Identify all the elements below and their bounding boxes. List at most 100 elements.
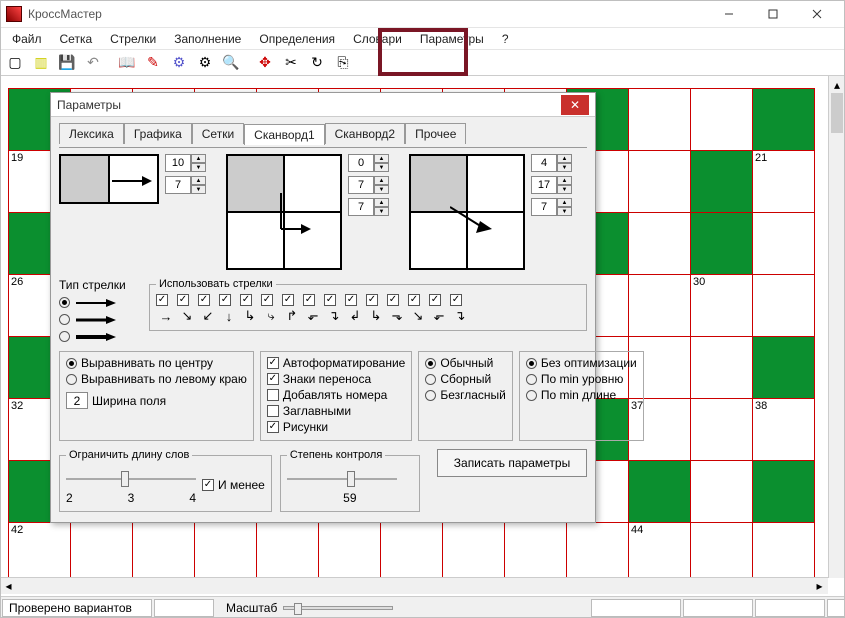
tb-redo[interactable]: ↻ [306, 52, 328, 74]
scan-type-radio-0[interactable] [425, 358, 436, 369]
use-arrow-chk-11[interactable] [387, 294, 399, 306]
dialog-close-button[interactable]: ✕ [561, 95, 589, 115]
opt-mode-radio-1[interactable] [526, 374, 537, 385]
tb-gear1[interactable]: ⚙ [168, 52, 190, 74]
tb-new[interactable]: ▢ [4, 52, 26, 74]
grid-cell[interactable] [505, 523, 567, 585]
use-arrow-chk-4[interactable] [240, 294, 252, 306]
tab-2[interactable]: Сетки [192, 123, 244, 144]
grid-cell[interactable] [691, 523, 753, 585]
spin-up-icon[interactable]: ▲ [191, 154, 206, 163]
close-button[interactable] [795, 0, 839, 28]
grid-cell[interactable]: 21 [753, 151, 815, 213]
grid-cell[interactable]: 30 [691, 275, 753, 337]
grid-cell[interactable] [133, 523, 195, 585]
spinner-input[interactable] [531, 176, 557, 194]
align-center-radio[interactable] [66, 358, 77, 369]
sp2-spinner-0[interactable]: ▲▼ [348, 154, 389, 172]
scroll-left-icon[interactable]: ◂ [0, 578, 17, 594]
grid-cell[interactable] [567, 523, 629, 585]
menu-заполнение[interactable]: Заполнение [166, 30, 249, 48]
tab-0[interactable]: Лексика [59, 123, 124, 144]
grid-cell[interactable] [691, 461, 753, 523]
menu-параметры[interactable]: Параметры [412, 30, 492, 48]
tb-pencil[interactable]: ✎ [142, 52, 164, 74]
use-arrow-chk-5[interactable] [261, 294, 273, 306]
spin-down-icon[interactable]: ▼ [191, 163, 206, 172]
grid-cell[interactable] [753, 337, 815, 399]
spin-down-icon[interactable]: ▼ [374, 163, 389, 172]
spin-up-icon[interactable]: ▲ [374, 154, 389, 163]
vertical-scrollbar[interactable]: ▴ [828, 76, 845, 578]
maximize-button[interactable] [751, 0, 795, 28]
spin-down-icon[interactable]: ▼ [557, 163, 572, 172]
menu-?[interactable]: ? [494, 30, 517, 48]
grid-cell[interactable]: 38 [753, 399, 815, 461]
spinner-input[interactable] [531, 154, 557, 172]
sp2-spinner-2[interactable]: ▲▼ [348, 198, 389, 216]
tb-expand[interactable]: ✥ [254, 52, 276, 74]
tb-books[interactable]: 📖 [116, 52, 138, 74]
tb-save[interactable]: 💾 [56, 52, 78, 74]
spinner-input[interactable] [348, 154, 374, 172]
scan-type-radio-1[interactable] [425, 374, 436, 385]
arrow-type-radio-1[interactable] [59, 314, 70, 325]
grid-cell[interactable] [753, 213, 815, 275]
grid-cell[interactable] [381, 523, 443, 585]
grid-cell[interactable] [629, 213, 691, 275]
spinner-input[interactable] [531, 198, 557, 216]
autofmt-checkbox[interactable] [267, 357, 279, 369]
and-less-checkbox[interactable] [202, 479, 214, 491]
control-degree-slider[interactable] [287, 469, 397, 489]
tb-find[interactable]: 🔍 [220, 52, 242, 74]
grid-cell[interactable] [691, 151, 753, 213]
scroll-up-icon[interactable]: ▴ [829, 76, 845, 93]
arrow-type-radio-0[interactable] [59, 297, 70, 308]
sp3-spinner-1[interactable]: ▲▼ [531, 176, 572, 194]
menu-определения[interactable]: Определения [251, 30, 343, 48]
grid-cell[interactable] [753, 275, 815, 337]
use-arrow-chk-13[interactable] [429, 294, 441, 306]
scroll-thumb[interactable] [831, 93, 843, 133]
menu-сетка[interactable]: Сетка [52, 30, 101, 48]
tb-gear2[interactable]: ⚙ [194, 52, 216, 74]
use-arrow-chk-12[interactable] [408, 294, 420, 306]
grid-cell[interactable] [691, 89, 753, 151]
tb-tools[interactable]: ✂ [280, 52, 302, 74]
grid-cell[interactable]: 42 [9, 523, 71, 585]
tab-4[interactable]: Сканворд2 [325, 123, 405, 144]
sp1-spinner-0[interactable]: ▲▼ [165, 154, 206, 172]
grid-cell[interactable] [629, 461, 691, 523]
tab-5[interactable]: Прочее [405, 123, 466, 144]
grid-cell[interactable] [257, 523, 319, 585]
use-arrow-chk-14[interactable] [450, 294, 462, 306]
use-arrow-chk-9[interactable] [345, 294, 357, 306]
grid-cell[interactable] [691, 213, 753, 275]
grid-cell[interactable] [443, 523, 505, 585]
tab-3[interactable]: Сканворд1 [244, 124, 324, 145]
spin-up-icon[interactable]: ▲ [374, 198, 389, 207]
grid-cell[interactable] [195, 523, 257, 585]
tb-copy[interactable]: ⎘ [332, 52, 354, 74]
use-arrow-chk-7[interactable] [303, 294, 315, 306]
use-arrow-chk-10[interactable] [366, 294, 378, 306]
spinner-input[interactable] [165, 176, 191, 194]
spin-down-icon[interactable]: ▼ [557, 207, 572, 216]
tab-1[interactable]: Графика [124, 123, 192, 144]
spin-up-icon[interactable]: ▲ [191, 176, 206, 185]
spin-up-icon[interactable]: ▲ [557, 198, 572, 207]
use-arrow-chk-0[interactable] [156, 294, 168, 306]
field-width-input[interactable] [66, 392, 88, 409]
spinner-input[interactable] [348, 198, 374, 216]
addnum-checkbox[interactable] [267, 389, 279, 401]
spin-up-icon[interactable]: ▲ [557, 176, 572, 185]
sp1-spinner-1[interactable]: ▲▼ [165, 176, 206, 194]
hyphen-checkbox[interactable] [267, 373, 279, 385]
use-arrow-chk-2[interactable] [198, 294, 210, 306]
opt-mode-radio-2[interactable] [526, 390, 537, 401]
use-arrow-chk-3[interactable] [219, 294, 231, 306]
menu-словари[interactable]: Словари [345, 30, 410, 48]
dialog-titlebar[interactable]: Параметры ✕ [51, 93, 595, 117]
grid-cell[interactable] [629, 275, 691, 337]
scale-slider[interactable] [283, 606, 393, 610]
